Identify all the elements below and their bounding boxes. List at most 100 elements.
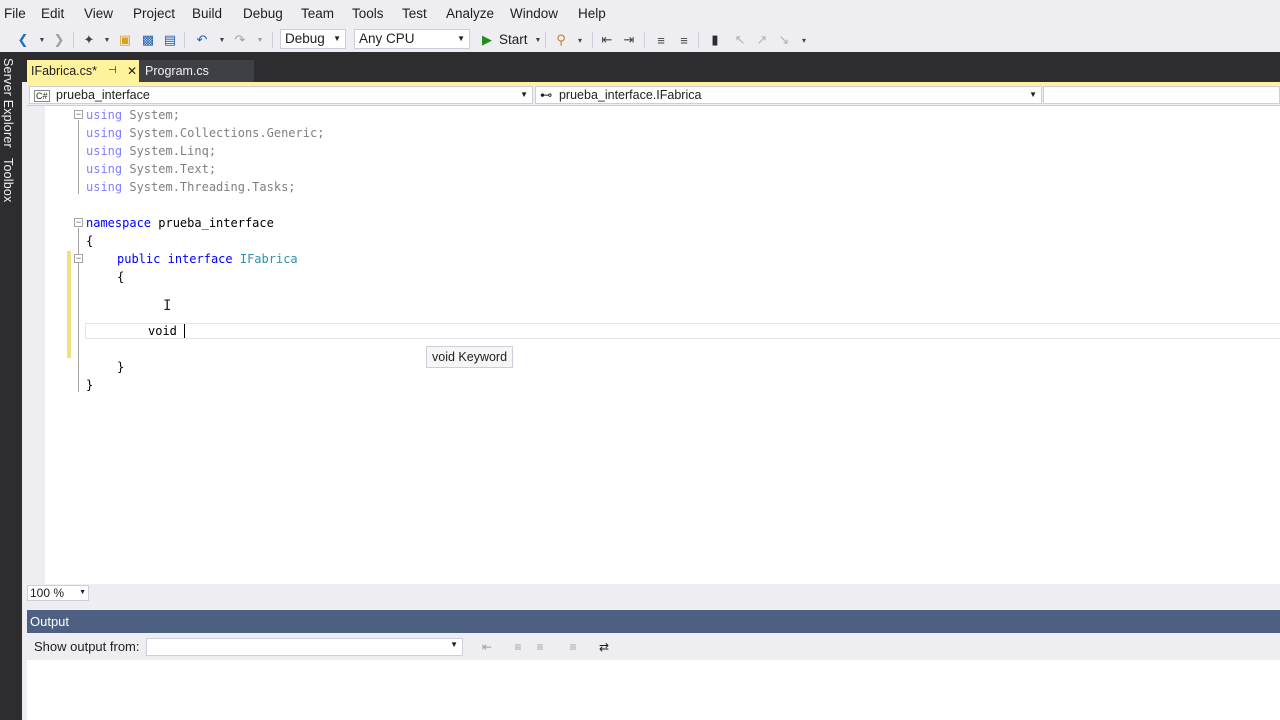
code-text: System.Collections.Generic; <box>122 126 325 140</box>
csharp-project-icon: C# <box>34 90 50 102</box>
server-explorer-tab[interactable]: Server Explorer <box>1 58 15 148</box>
menu-edit[interactable]: Edit <box>41 6 64 21</box>
type-name: IFabrica <box>239 252 298 266</box>
toolbar-separator <box>184 32 185 48</box>
menu-bar: File Edit View Project Build Debug Team … <box>0 0 1280 28</box>
tab-program[interactable]: Program.cs <box>139 60 254 82</box>
code-line: { <box>86 234 94 248</box>
decrease-indent-icon[interactable]: ≡ <box>652 31 670 49</box>
type-dropdown[interactable]: ⊷ prueba_interface.IFabrica ▼ <box>535 86 1042 104</box>
comment-icon[interactable]: ⇤ <box>598 31 616 49</box>
toolbar-separator <box>592 32 593 48</box>
panel-splitter[interactable] <box>27 602 1280 608</box>
code-text: System; <box>122 108 180 122</box>
menu-view[interactable]: View <box>84 6 113 21</box>
code-line: public interface IFabrica <box>117 250 298 268</box>
menu-window[interactable]: Window <box>510 6 558 21</box>
next-message-icon[interactable]: ≡ <box>532 639 548 655</box>
tab-label: IFabrica.cs* <box>31 64 97 78</box>
toolbar-separator <box>73 32 74 48</box>
code-line: namespace prueba_interface <box>86 214 274 232</box>
menu-debug[interactable]: Debug <box>243 6 283 21</box>
solution-platform-select[interactable]: Any CPU ▼ <box>354 29 470 49</box>
close-icon[interactable]: ✕ <box>127 60 137 82</box>
redo-icon[interactable]: ↷ <box>231 31 249 49</box>
keyword: using <box>86 144 123 158</box>
redo-dropdown-icon[interactable]: ▼ <box>251 31 269 49</box>
collapse-namespace-icon[interactable]: − <box>74 218 83 227</box>
pin-icon[interactable]: ⊣ <box>108 60 117 82</box>
toolbox-tab[interactable]: Toolbox <box>1 158 15 203</box>
toolbar-separator <box>545 32 546 48</box>
text-caret <box>184 324 185 338</box>
menu-test[interactable]: Test <box>402 6 427 21</box>
toolbar-separator <box>698 32 699 48</box>
current-line-highlight <box>85 323 1280 339</box>
code-line: } <box>117 360 125 374</box>
navigate-back-icon[interactable]: ❮ <box>14 31 32 49</box>
bookmark-icon[interactable]: ▮ <box>706 31 724 49</box>
new-dropdown-icon[interactable]: ▼ <box>98 31 116 49</box>
save-icon[interactable]: ▩ <box>139 31 157 49</box>
clear-bookmarks-icon[interactable]: ↘ <box>775 31 793 49</box>
next-bookmark-icon[interactable]: ↗ <box>753 31 771 49</box>
chevron-down-icon: ▼ <box>333 34 341 43</box>
show-output-from-label: Show output from: <box>34 639 140 654</box>
collapse-usings-icon[interactable]: − <box>74 110 83 119</box>
find-icon[interactable]: ⚲ <box>552 31 570 49</box>
keyword: using <box>86 180 123 194</box>
keyword: interface <box>167 252 233 266</box>
editor-status-strip <box>27 584 1280 602</box>
chevron-down-icon: ▼ <box>457 34 465 43</box>
quick-info-tooltip: void Keyword <box>426 346 514 368</box>
keyword: public <box>117 252 161 266</box>
zoom-value: 100 % <box>30 586 65 600</box>
output-content[interactable] <box>27 660 1280 720</box>
menu-team[interactable]: Team <box>301 6 334 21</box>
menu-file[interactable]: File <box>4 6 26 21</box>
uncomment-icon[interactable]: ⇥ <box>620 31 638 49</box>
navigate-forward-icon[interactable]: ❯ <box>50 31 68 49</box>
find-dropdown-icon[interactable]: ▾ <box>571 31 589 49</box>
new-project-icon[interactable]: ✦ <box>80 31 98 49</box>
code-line: using System.Text; <box>86 160 216 178</box>
collapse-interface-icon[interactable]: − <box>74 254 83 263</box>
previous-message-icon[interactable]: ≡ <box>510 639 526 655</box>
toolbar-options-icon[interactable]: ▾ <box>795 31 813 49</box>
code-line: using System.Threading.Tasks; <box>86 178 296 196</box>
undo-dropdown-icon[interactable]: ▼ <box>213 31 231 49</box>
find-message-icon[interactable]: ⇤ <box>479 639 495 655</box>
menu-build[interactable]: Build <box>192 6 222 21</box>
menu-analyze[interactable]: Analyze <box>446 6 494 21</box>
start-play-icon[interactable]: ▶ <box>478 31 496 49</box>
open-folder-icon[interactable]: ▣ <box>116 31 134 49</box>
menu-help[interactable]: Help <box>578 6 606 21</box>
save-all-icon[interactable]: ▤ <box>161 31 179 49</box>
code-text: System.Text; <box>122 162 217 176</box>
type-name: prueba_interface.IFabrica <box>558 88 702 102</box>
menu-tools[interactable]: Tools <box>352 6 384 21</box>
code-line: using System.Collections.Generic; <box>86 124 324 142</box>
back-dropdown-icon[interactable]: ▼ <box>33 31 51 49</box>
menu-project[interactable]: Project <box>133 6 175 21</box>
project-name: prueba_interface <box>56 88 150 102</box>
member-dropdown[interactable] <box>1043 86 1280 104</box>
undo-icon[interactable]: ↶ <box>193 31 211 49</box>
solution-configuration-select[interactable]: Debug ▼ <box>280 29 346 49</box>
tab-ifabrica[interactable]: IFabrica.cs* ⊣ ✕ <box>27 60 144 82</box>
zoom-select[interactable]: 100 % ▼ <box>27 585 89 601</box>
clear-all-icon[interactable]: ≡ <box>565 639 581 655</box>
ibeam-cursor-icon: I <box>163 298 172 314</box>
previous-bookmark-icon[interactable]: ↖ <box>731 31 749 49</box>
start-button[interactable]: Start <box>499 32 528 47</box>
keyword: using <box>86 108 123 122</box>
code-line: using System; <box>86 106 180 124</box>
side-tool-strip: Server Explorer Toolbox <box>0 52 22 720</box>
editor-margin <box>27 106 45 584</box>
toggle-word-wrap-icon[interactable]: ⇄ <box>596 639 612 655</box>
tab-label: Program.cs <box>145 64 209 78</box>
project-dropdown[interactable]: C# prueba_interface ▼ <box>29 86 533 104</box>
keyword: namespace <box>86 216 152 230</box>
increase-indent-icon[interactable]: ≡ <box>675 31 693 49</box>
output-source-select[interactable]: ▼ <box>146 638 463 656</box>
